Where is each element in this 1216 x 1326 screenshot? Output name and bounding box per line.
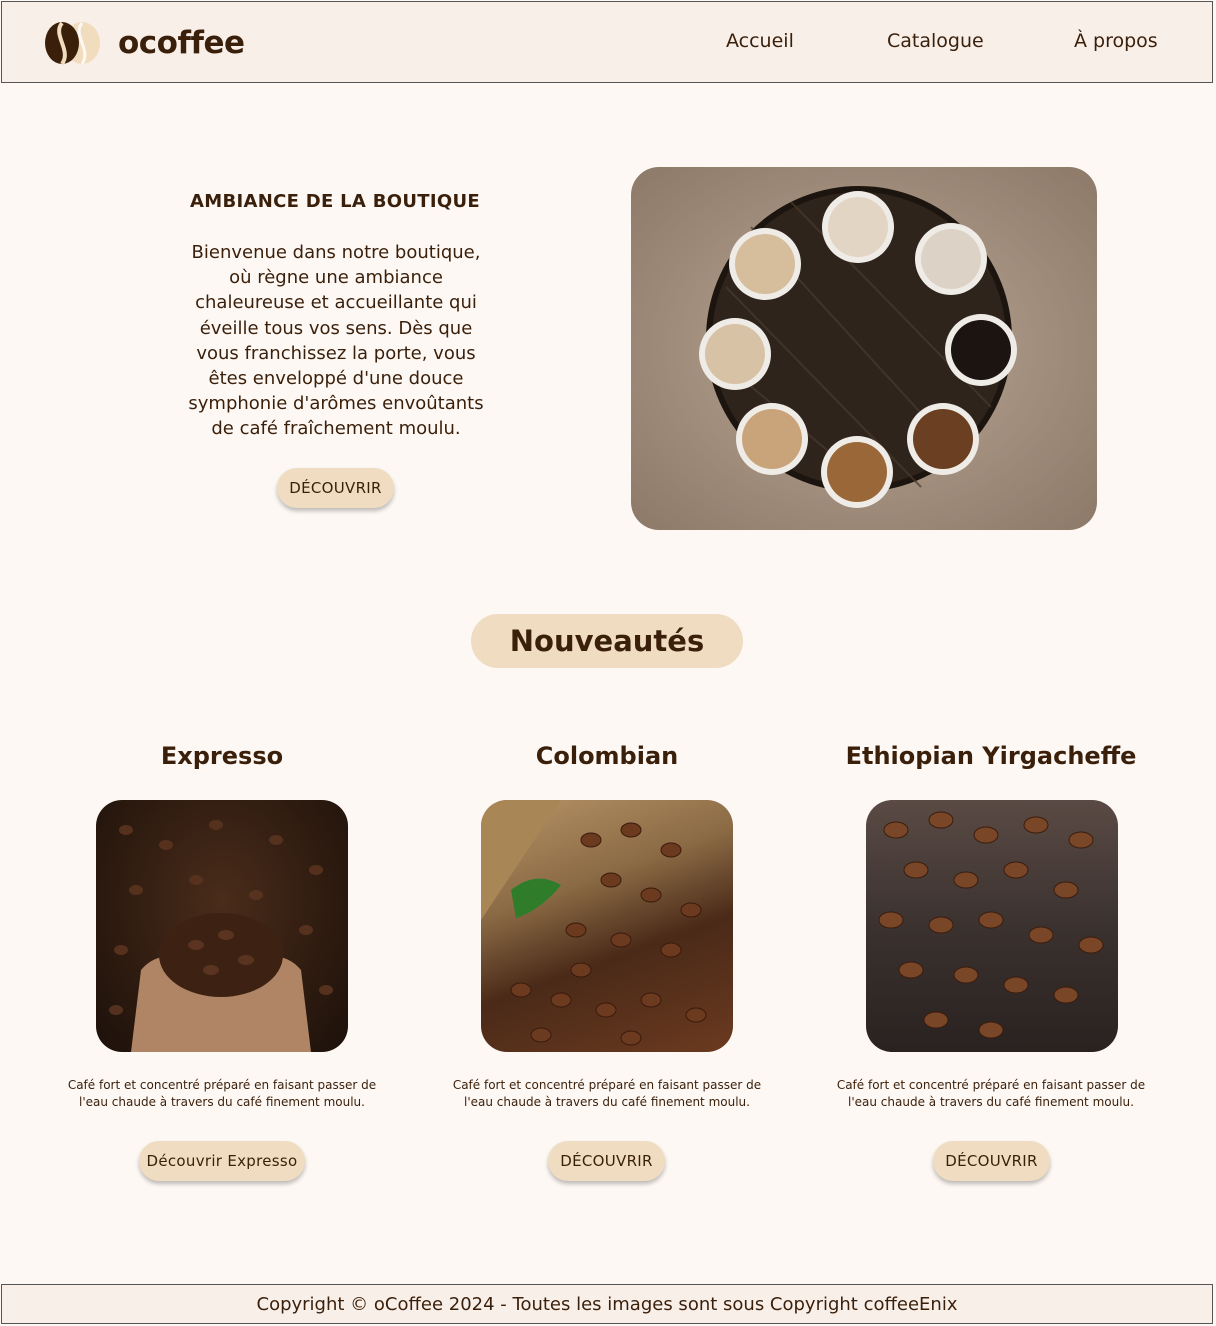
nav-link-accueil[interactable]: Accueil <box>726 30 794 52</box>
brand-name: ocoffee <box>118 25 245 61</box>
product-title-expresso: Expresso <box>160 742 284 770</box>
nav-link-catalogue[interactable]: Catalogue <box>887 30 984 52</box>
product-title-colombian: Colombian <box>535 742 679 770</box>
ethiopian-yirgacheffe-product-image <box>866 800 1118 1052</box>
product-description-colombian: Café fort et concentré préparé en faisan… <box>452 1078 762 1109</box>
shop-ambiance-image <box>631 167 1097 530</box>
hero-title: AMBIANCE DE LA BOUTIQUE <box>190 191 480 212</box>
product-description-ethiopian-yirgacheffe: Café fort et concentré préparé en faisan… <box>836 1078 1146 1109</box>
colombian-product-image <box>481 800 733 1052</box>
hero-text: Bienvenue dans notre boutique, où règne … <box>188 242 484 440</box>
discover-ethiopian-button[interactable]: DÉCOUVRIR <box>933 1141 1050 1181</box>
product-description-expresso: Café fort et concentré préparé en faisan… <box>67 1078 377 1109</box>
expresso-product-image <box>96 800 348 1052</box>
product-title-ethiopian-yirgacheffe: Ethiopian Yirgacheffe <box>845 742 1137 770</box>
logo[interactable]: ocoffee <box>42 20 245 66</box>
hero-discover-button[interactable]: DÉCOUVRIR <box>277 468 394 508</box>
site-header: ocoffee Accueil Catalogue À propos <box>1 1 1213 83</box>
discover-colombian-button[interactable]: DÉCOUVRIR <box>548 1141 665 1181</box>
section-title-nouveautes: Nouveautés <box>471 614 743 668</box>
site-footer: Copyright © oCoffee 2024 - Toutes les im… <box>1 1284 1213 1324</box>
copyright-text: Copyright © oCoffee 2024 - Toutes les im… <box>256 1293 958 1315</box>
coffee-bean-logo-icon <box>45 21 100 66</box>
nav-link-a-propos[interactable]: À propos <box>1074 30 1158 52</box>
discover-expresso-button[interactable]: Découvrir Expresso <box>139 1141 305 1181</box>
